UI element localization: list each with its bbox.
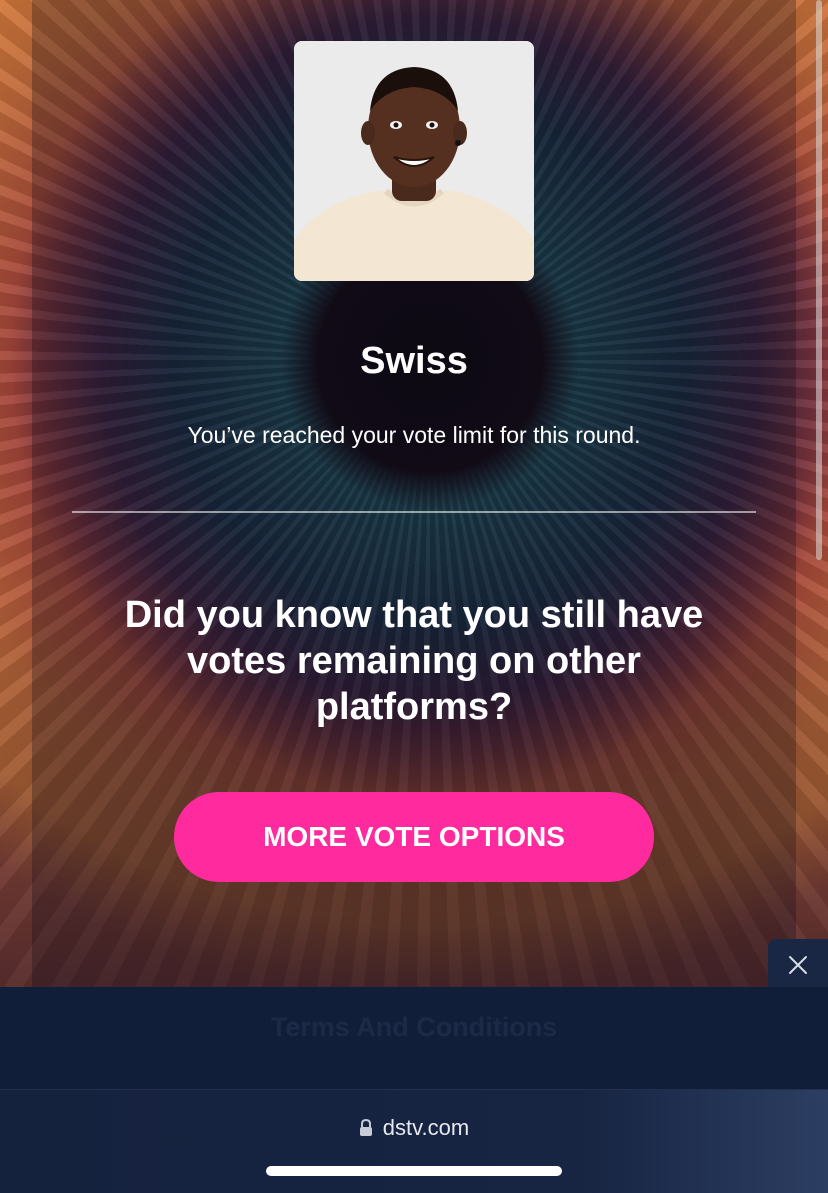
url-text: dstv.com (382, 1115, 470, 1140)
other-platforms-question: Did you know that you still have votes r… (124, 594, 704, 728)
home-indicator[interactable] (266, 1166, 562, 1176)
contestant-portrait (294, 41, 534, 281)
close-icon (789, 956, 807, 974)
scrollbar[interactable] (816, 0, 822, 560)
browser-url-bar[interactable] (0, 1089, 828, 1193)
vote-limit-message: You’ve reached your vote limit for this … (187, 422, 641, 448)
contestant-photo (294, 41, 534, 281)
terms-and-conditions-link[interactable]: Terms And Conditions (0, 1012, 828, 1043)
divider (72, 511, 756, 513)
contestant-name: Swiss (360, 340, 468, 382)
more-vote-options-button[interactable]: MORE VOTE OPTIONS (174, 792, 654, 882)
url-display[interactable]: dstv.com (0, 1115, 828, 1141)
close-button[interactable] (768, 939, 828, 991)
lock-icon (359, 1119, 372, 1136)
